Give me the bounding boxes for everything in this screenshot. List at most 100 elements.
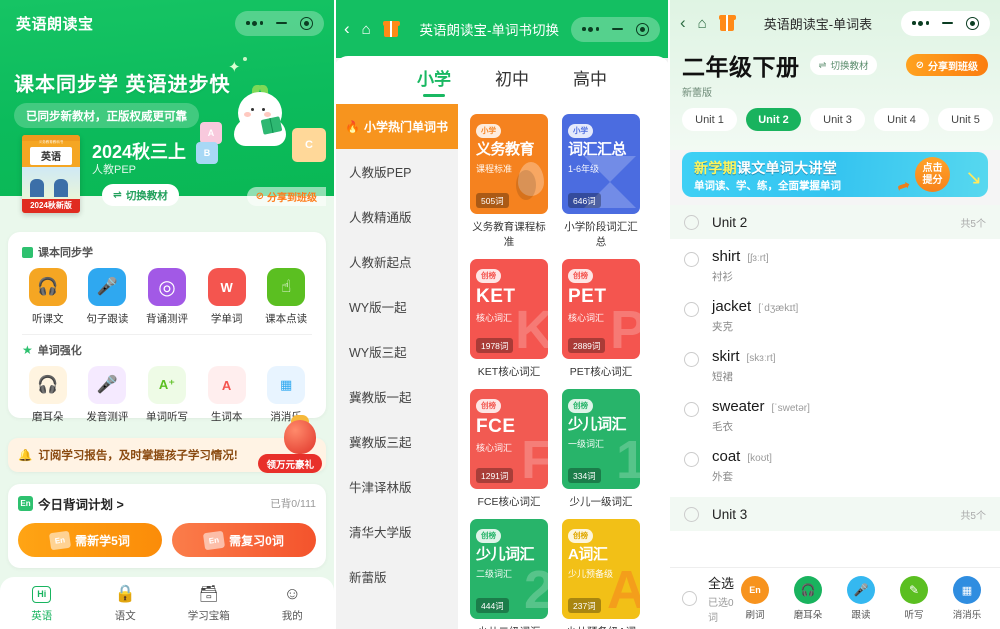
select-all-block[interactable]: 全选 已选0词 (708, 573, 734, 624)
feature-label: 听课文 (32, 313, 64, 325)
nav-item-english[interactable]: Hi 英语 (0, 584, 84, 623)
book-icon (22, 246, 33, 258)
word-row[interactable]: skirt [skɜːrt] 短裙 (670, 339, 1000, 389)
feature-sentence-repeat[interactable]: 🎤 句子跟读 (79, 268, 135, 326)
sidebar-item-jijiao-sanqi[interactable]: 冀教版三起 (334, 419, 458, 464)
checkbox-icon[interactable] (684, 506, 699, 522)
action-match-game[interactable]: ▦ 消消乐 (946, 576, 988, 621)
sidebar-item-niujin[interactable]: 牛津译林版 (334, 464, 458, 509)
home-icon[interactable]: ⌂ (362, 21, 371, 38)
action-follow-read[interactable]: 🎤 跟读 (840, 576, 882, 621)
feature-tap-read[interactable]: ☝ 课本点读 (258, 268, 314, 326)
window-controls[interactable] (235, 10, 324, 36)
nav-item-chinese[interactable]: 🔒 语文 (84, 584, 168, 623)
word-row[interactable]: shirt [ʃɜːrt] 衬衫 (670, 239, 1000, 289)
wordbook-card[interactable]: 创榜 少儿词汇 二级词汇 2 444词 少儿二级词汇 (470, 519, 548, 629)
word-row[interactable]: coat [koʊt] 外套 (670, 439, 1000, 489)
checkbox-icon[interactable] (684, 352, 699, 367)
gift-icon[interactable] (382, 21, 400, 37)
wordbook-card[interactable]: 小学 义务教育 课程标准 505词 义务教育课程标准 (470, 114, 548, 249)
checkbox-icon[interactable] (684, 252, 699, 267)
minimize-icon[interactable] (612, 27, 623, 31)
daily-plan-header[interactable]: En 今日背词计划 > 已背0/111 (18, 494, 316, 513)
action-brush-words[interactable]: En 刷词 (734, 576, 776, 621)
sidebar-item-xinlei[interactable]: 新蕾版 (334, 554, 458, 599)
minimize-icon[interactable] (942, 21, 953, 25)
titlebar-home: 英语朗读宝 (0, 0, 334, 46)
select-all-checkbox[interactable] (682, 591, 697, 606)
feature-new-words-book[interactable]: A 生词本 (199, 366, 255, 424)
sidebar-item-qinghua[interactable]: 清华大学版 (334, 509, 458, 554)
textbook-cover[interactable]: 义务教育教科书 英语 2024秋新版 (22, 135, 80, 213)
sidebar-item-pep[interactable]: 人教版PEP (334, 149, 458, 194)
checkbox-icon[interactable] (684, 402, 699, 417)
unit-chip-2[interactable]: Unit 2 (746, 108, 801, 131)
close-icon[interactable] (636, 22, 649, 36)
sidebar-item-label: 冀教版三起 (349, 436, 412, 450)
wordbook-card[interactable]: 创榜 KET 核心词汇 K 1978词 KET核心词汇 (470, 259, 548, 379)
share-to-class-button[interactable]: ⊘ 分享到班级 (905, 54, 988, 76)
window-controls[interactable] (571, 16, 660, 42)
share-to-class-button[interactable]: ⊘ 分享到班级 (246, 187, 326, 206)
feature-pronunciation-test[interactable]: 🎤 发音测评 (79, 366, 135, 424)
wordbook-card[interactable]: 创榜 PET 核心词汇 P 2889词 PET核心词汇 (562, 259, 640, 379)
unit-chip-3[interactable]: Unit 3 (810, 108, 865, 131)
checkbox-icon[interactable] (684, 452, 699, 467)
feature-recite-test[interactable]: ◎ 背诵测评 (139, 268, 195, 326)
window-controls[interactable] (901, 10, 990, 36)
word-row[interactable]: sweater [ˈswetər] 毛衣 (670, 389, 1000, 439)
sidebar-item-wy-sanqi[interactable]: WY版三起 (334, 329, 458, 374)
learn-new-words-button[interactable]: En 需新学5词 (18, 523, 162, 557)
home-icon[interactable]: ⌂ (698, 15, 707, 32)
unit-group-header[interactable]: Unit 3 共5个 (670, 497, 1000, 531)
wordbook-card[interactable]: 创榜 FCE 核心词汇 F 1291词 FCE核心词汇 (470, 389, 548, 509)
gift-icon[interactable] (718, 15, 736, 31)
sidebar-item-hot[interactable]: 🔥 小学热门单词书 (334, 104, 458, 149)
more-dots-icon[interactable] (582, 26, 599, 32)
sidebar-item-jingtong[interactable]: 人教精通版 (334, 194, 458, 239)
nav-item-mine[interactable]: ☺ 我的 (251, 584, 335, 623)
tab-middle[interactable]: 初中 (495, 65, 529, 95)
close-icon[interactable] (300, 16, 313, 30)
review-words-button[interactable]: En 需复习0词 (172, 523, 316, 557)
swap-icon: ⇌ (818, 59, 827, 71)
checkbox-icon[interactable] (684, 214, 699, 230)
nav-item-treasure[interactable]: 🗃 学习宝箱 (167, 584, 251, 623)
checkbox-icon[interactable] (684, 302, 699, 317)
more-dots-icon[interactable] (246, 20, 263, 26)
unit-group-header[interactable]: Unit 2 共5个 (670, 205, 1000, 239)
switch-textbook-button[interactable]: ⇌ 切换教材 (809, 55, 878, 75)
tab-high[interactable]: 高中 (573, 65, 607, 95)
action-dictation[interactable]: ✎ 听写 (893, 576, 935, 621)
promo-banner[interactable]: 新学期课文单词大讲堂 单词读、学、练，全面掌握单词 ➦ 点击 提分 ↘ (682, 152, 988, 197)
sidebar-item-wy-yiqi[interactable]: WY版一起 (334, 284, 458, 329)
promo-cta-button[interactable]: 点击 提分 (915, 157, 950, 192)
feature-listen-text[interactable]: 🎧 听课文 (20, 268, 76, 326)
wordbook-card[interactable]: 小学 词汇汇总 1-6年级 646词 小学阶段词汇汇总 (562, 114, 640, 249)
unit-chip-1[interactable]: Unit 1 (682, 108, 737, 131)
subscribe-report-banner[interactable]: 🔔 订阅学习报告，及时掌握孩子学习情况! 领万元豪礼 (8, 415, 326, 473)
sidebar-item-jijiao-yiqi[interactable]: 冀教版一起 (334, 374, 458, 419)
back-arrow-icon[interactable]: ‹ (680, 13, 686, 33)
hero-slogan: 课本同步学 英语进步快 (14, 74, 231, 96)
switch-textbook-button[interactable]: ⇌ 切换教材 (102, 184, 179, 206)
panel-wordbook-switch: ‹ ⌂ 英语朗读宝-单词书切换 小学 初中 高中 🔥 小学热门单词书 人教版PE… (334, 0, 670, 629)
more-dots-icon[interactable] (912, 20, 929, 26)
minimize-icon[interactable] (276, 21, 287, 25)
action-ear-training[interactable]: 🎧 磨耳朵 (787, 576, 829, 621)
word-phonetic: [koʊt] (747, 453, 772, 464)
unit-chip-5[interactable]: Unit 5 (938, 108, 993, 131)
tab-primary[interactable]: 小学 (417, 65, 451, 95)
sidebar-item-xinqidian[interactable]: 人教新起点 (334, 239, 458, 284)
claim-gift-button[interactable]: 领万元豪礼 (258, 454, 322, 473)
word-row[interactable]: jacket [ˈdʒækɪt] 夹克 (670, 289, 1000, 339)
wordbook-card[interactable]: 创榜 A词汇 少儿预备级 A 237词 少儿预备级A词汇 (562, 519, 640, 629)
wordbook-card[interactable]: 创榜 少儿词汇 一级词汇 1 334词 少儿一级词汇 (562, 389, 640, 509)
feature-ear-training[interactable]: 🎧 磨耳朵 (20, 366, 76, 424)
unit-chip-4[interactable]: Unit 4 (874, 108, 929, 131)
feature-dictation[interactable]: A⁺ 单词听写 (139, 366, 195, 424)
close-icon[interactable] (966, 16, 979, 30)
back-arrow-icon[interactable]: ‹ (344, 19, 350, 39)
curved-arrow-icon: ↘ (965, 167, 982, 189)
feature-learn-words[interactable]: W 学单词 (199, 268, 255, 326)
